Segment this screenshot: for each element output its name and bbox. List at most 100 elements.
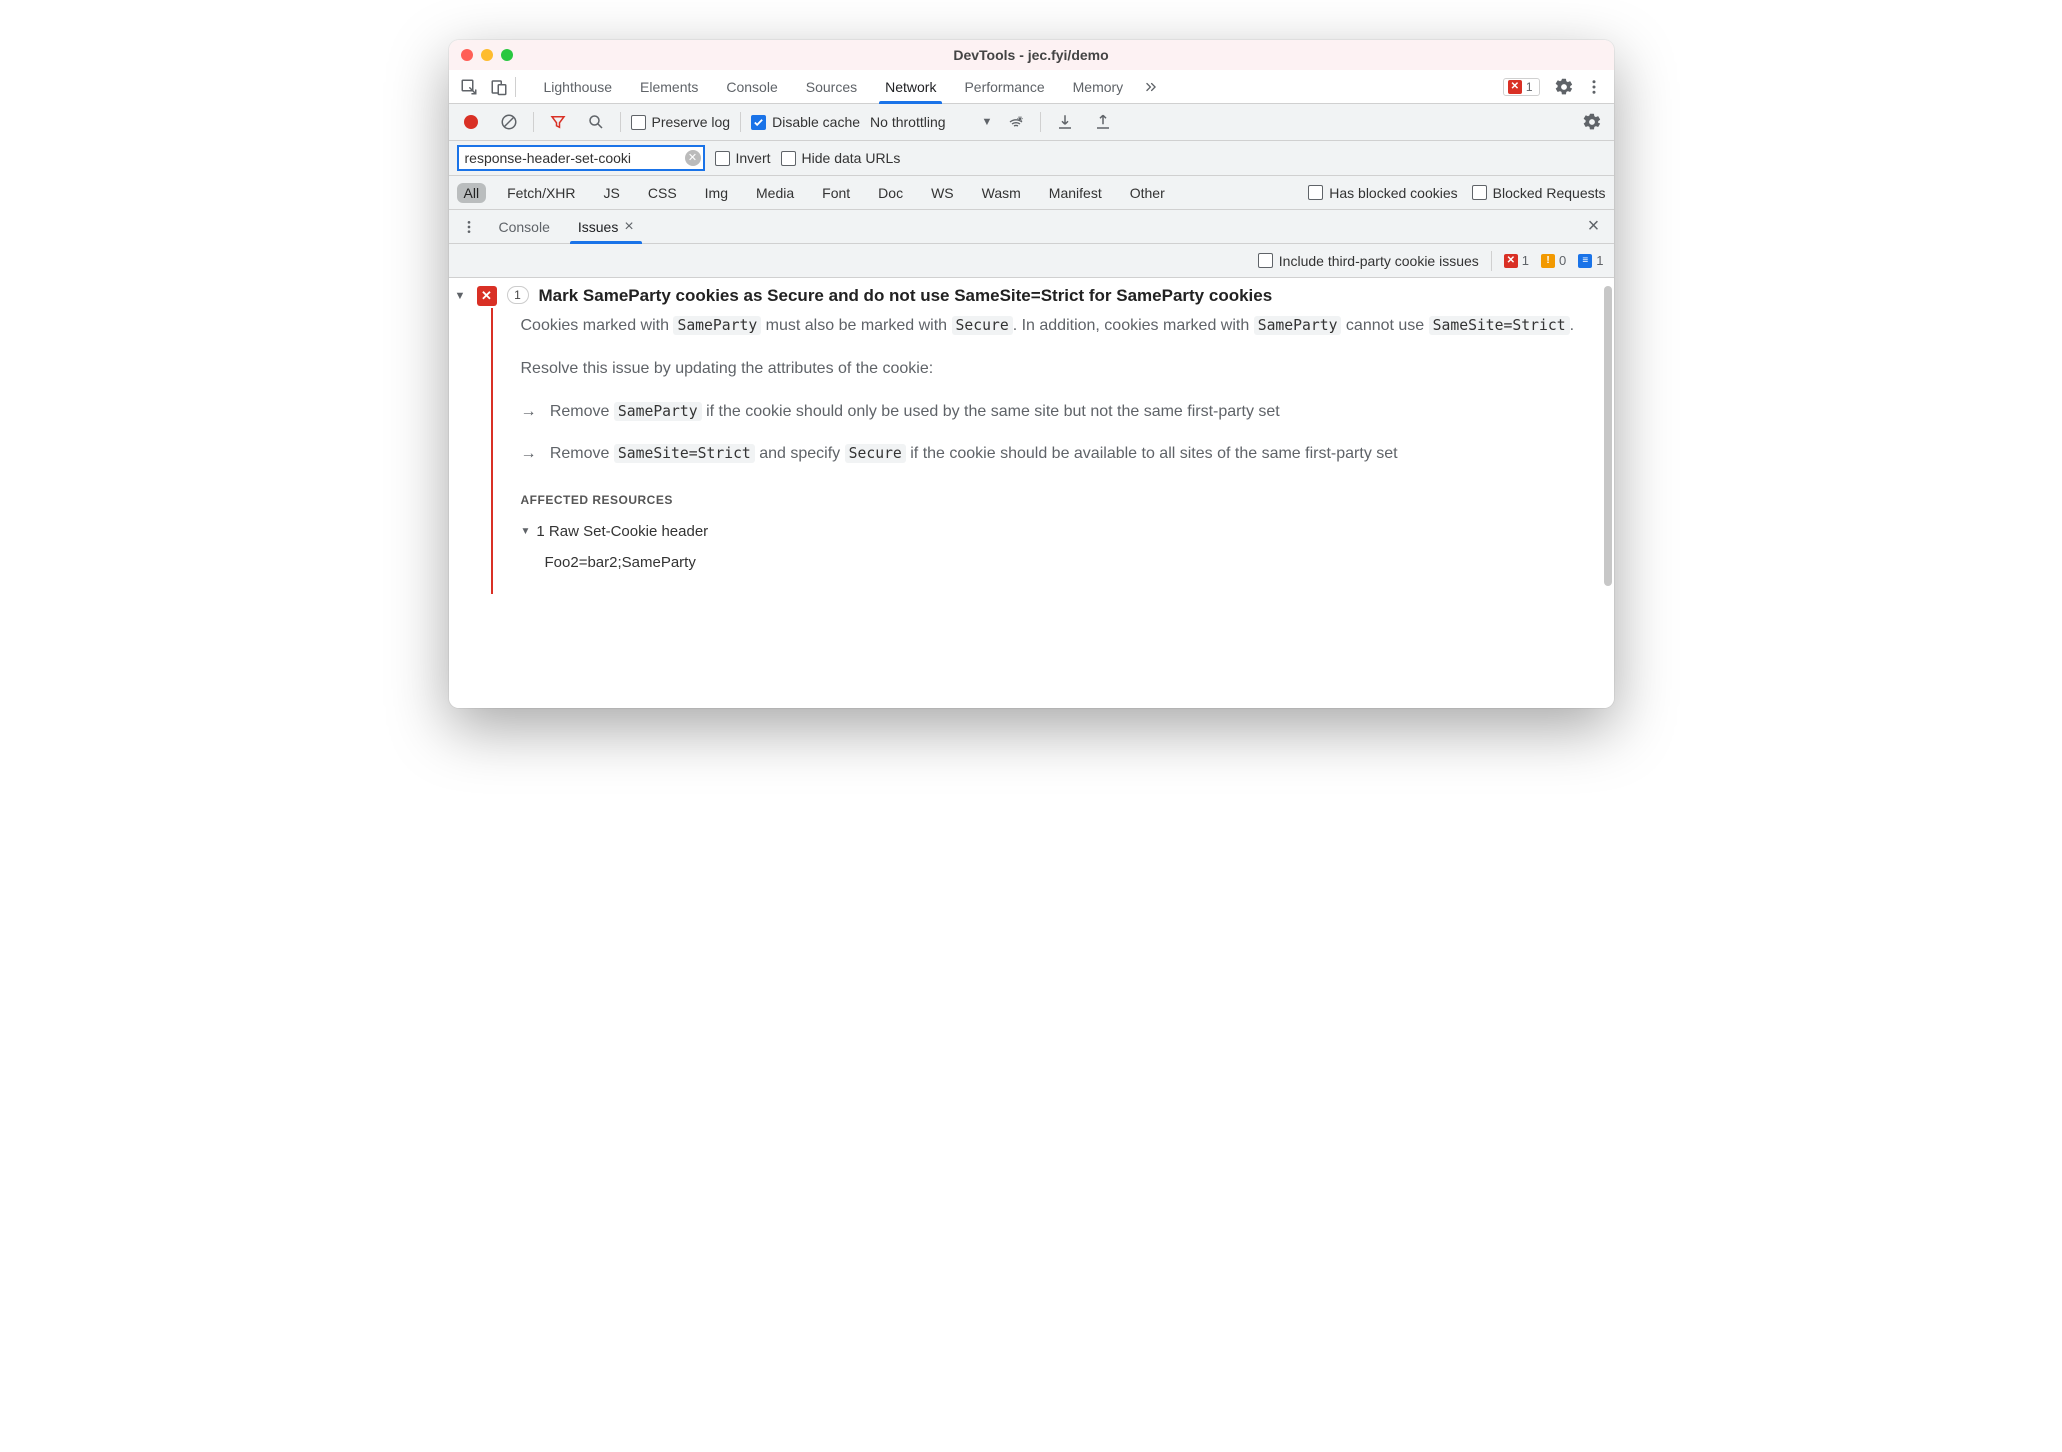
affected-resource-row[interactable]: ▼ 1 Raw Set-Cookie header bbox=[521, 520, 1584, 543]
info-icon: ≡ bbox=[1578, 254, 1592, 268]
checkbox-icon bbox=[781, 151, 796, 166]
checkbox-icon bbox=[1472, 185, 1487, 200]
tab-lighthouse[interactable]: Lighthouse bbox=[530, 70, 627, 104]
drawer-tabs: Console Issues × × bbox=[449, 210, 1614, 244]
filter-toolbar: ✕ Invert Hide data URLs bbox=[449, 141, 1614, 176]
error-icon: ✕ bbox=[1504, 254, 1518, 268]
drawer-tab-console[interactable]: Console bbox=[487, 210, 562, 244]
expand-triangle-icon[interactable]: ▼ bbox=[521, 524, 531, 540]
code-token: SameSite=Strict bbox=[614, 444, 755, 463]
type-ws[interactable]: WS bbox=[924, 183, 961, 203]
tab-sources[interactable]: Sources bbox=[792, 70, 871, 104]
affected-resource-value: Foo2=bar2;SameParty bbox=[545, 551, 1584, 574]
preserve-log-checkbox[interactable]: Preserve log bbox=[631, 114, 731, 130]
info-count-item[interactable]: ≡ 1 bbox=[1578, 253, 1603, 268]
record-button[interactable] bbox=[457, 108, 485, 136]
search-icon[interactable] bbox=[582, 108, 610, 136]
network-settings-gear-icon[interactable] bbox=[1578, 108, 1606, 136]
filter-icon[interactable] bbox=[544, 108, 572, 136]
close-drawer-icon[interactable]: × bbox=[1580, 213, 1608, 241]
issue-bullet-2: Remove SameSite=Strict and specify Secur… bbox=[521, 442, 1584, 467]
main-toolbar: Lighthouse Elements Console Sources Netw… bbox=[449, 70, 1614, 104]
tab-elements[interactable]: Elements bbox=[626, 70, 712, 104]
settings-gear-icon[interactable] bbox=[1550, 73, 1578, 101]
code-token: Secure bbox=[952, 316, 1013, 335]
filter-input[interactable] bbox=[457, 145, 705, 171]
error-count-item[interactable]: ✕ 1 bbox=[1504, 253, 1529, 268]
expand-triangle-icon[interactable]: ▼ bbox=[455, 286, 467, 302]
clear-filter-icon[interactable]: ✕ bbox=[685, 150, 701, 166]
tab-memory[interactable]: Memory bbox=[1059, 70, 1138, 104]
type-other[interactable]: Other bbox=[1123, 183, 1172, 203]
issue-header-row[interactable]: ▼ ✕ 1 Mark SameParty cookies as Secure a… bbox=[449, 278, 1604, 312]
export-har-icon[interactable] bbox=[1089, 108, 1117, 136]
code-token: SameParty bbox=[1254, 316, 1342, 335]
type-filter-toolbar: All Fetch/XHR JS CSS Img Media Font Doc … bbox=[449, 176, 1614, 210]
checkbox-icon bbox=[1308, 185, 1323, 200]
invert-checkbox[interactable]: Invert bbox=[715, 150, 771, 166]
warning-count-item[interactable]: ! 0 bbox=[1541, 253, 1566, 268]
code-token: SameParty bbox=[614, 402, 702, 421]
drawer-more-icon[interactable] bbox=[455, 213, 483, 241]
disable-cache-checkbox[interactable]: Disable cache bbox=[751, 114, 860, 130]
checkbox-icon bbox=[1258, 253, 1273, 268]
issue-bullet-1: Remove SameParty if the cookie should on… bbox=[521, 400, 1584, 425]
clear-button[interactable] bbox=[495, 108, 523, 136]
warning-icon: ! bbox=[1541, 254, 1555, 268]
issue-occurrence-count: 1 bbox=[507, 286, 529, 304]
type-img[interactable]: Img bbox=[698, 183, 735, 203]
separator bbox=[533, 112, 534, 132]
scrollbar[interactable] bbox=[1604, 286, 1612, 586]
include-third-party-checkbox[interactable]: Include third-party cookie issues bbox=[1258, 253, 1479, 269]
type-doc[interactable]: Doc bbox=[871, 183, 910, 203]
tab-performance[interactable]: Performance bbox=[950, 70, 1058, 104]
issue-title: Mark SameParty cookies as Secure and do … bbox=[539, 286, 1273, 306]
type-js[interactable]: JS bbox=[597, 183, 627, 203]
type-font[interactable]: Font bbox=[815, 183, 857, 203]
device-toolbar-icon[interactable] bbox=[485, 73, 513, 101]
type-manifest[interactable]: Manifest bbox=[1042, 183, 1109, 203]
error-count: 1 bbox=[1526, 80, 1533, 94]
blocked-requests-checkbox[interactable]: Blocked Requests bbox=[1472, 185, 1606, 201]
error-count-pill[interactable]: ✕ 1 bbox=[1503, 78, 1540, 96]
checkbox-checked-icon bbox=[751, 115, 766, 130]
separator bbox=[620, 112, 621, 132]
affected-resources-heading: AFFECTED RESOURCES bbox=[521, 491, 1584, 510]
close-tab-icon[interactable]: × bbox=[624, 218, 633, 236]
error-icon: ✕ bbox=[1508, 80, 1522, 94]
type-wasm[interactable]: Wasm bbox=[975, 183, 1028, 203]
tab-console[interactable]: Console bbox=[712, 70, 791, 104]
code-token: SameParty bbox=[673, 316, 761, 335]
record-icon bbox=[464, 115, 478, 129]
separator bbox=[1491, 251, 1492, 271]
main-tabs: Lighthouse Elements Console Sources Netw… bbox=[530, 70, 1166, 104]
import-har-icon[interactable] bbox=[1051, 108, 1079, 136]
drawer-tab-issues[interactable]: Issues × bbox=[566, 210, 646, 244]
separator bbox=[515, 77, 516, 97]
hide-data-urls-checkbox[interactable]: Hide data URLs bbox=[781, 150, 901, 166]
filter-input-wrap: ✕ bbox=[457, 145, 705, 171]
throttling-select[interactable]: No throttling ▼ bbox=[870, 114, 992, 130]
separator bbox=[740, 112, 741, 132]
tabs-overflow-icon[interactable] bbox=[1137, 73, 1165, 101]
type-css[interactable]: CSS bbox=[641, 183, 684, 203]
window-title: DevTools - jec.fyi/demo bbox=[449, 47, 1614, 63]
tab-network[interactable]: Network bbox=[871, 70, 950, 104]
type-fetch-xhr[interactable]: Fetch/XHR bbox=[500, 183, 582, 203]
has-blocked-cookies-checkbox[interactable]: Has blocked cookies bbox=[1308, 185, 1457, 201]
more-vertical-icon[interactable] bbox=[1580, 73, 1608, 101]
issue-description-2: Resolve this issue by updating the attri… bbox=[521, 357, 1584, 382]
issues-panel: ▼ ✕ 1 Mark SameParty cookies as Secure a… bbox=[449, 278, 1614, 708]
type-media[interactable]: Media bbox=[749, 183, 801, 203]
network-toolbar: Preserve log Disable cache No throttling… bbox=[449, 104, 1614, 141]
issue-severity-error-icon: ✕ bbox=[477, 286, 497, 306]
issues-toolbar: Include third-party cookie issues ✕ 1 ! … bbox=[449, 244, 1614, 278]
checkbox-icon bbox=[631, 115, 646, 130]
devtools-window: DevTools - jec.fyi/demo Lighthouse Eleme… bbox=[449, 40, 1614, 708]
network-conditions-icon[interactable] bbox=[1002, 108, 1030, 136]
type-all[interactable]: All bbox=[457, 183, 487, 203]
checkbox-icon bbox=[715, 151, 730, 166]
issue-body: Cookies marked with SameParty must also … bbox=[491, 308, 1604, 594]
inspect-element-icon[interactable] bbox=[455, 73, 483, 101]
code-token: SameSite=Strict bbox=[1429, 316, 1570, 335]
